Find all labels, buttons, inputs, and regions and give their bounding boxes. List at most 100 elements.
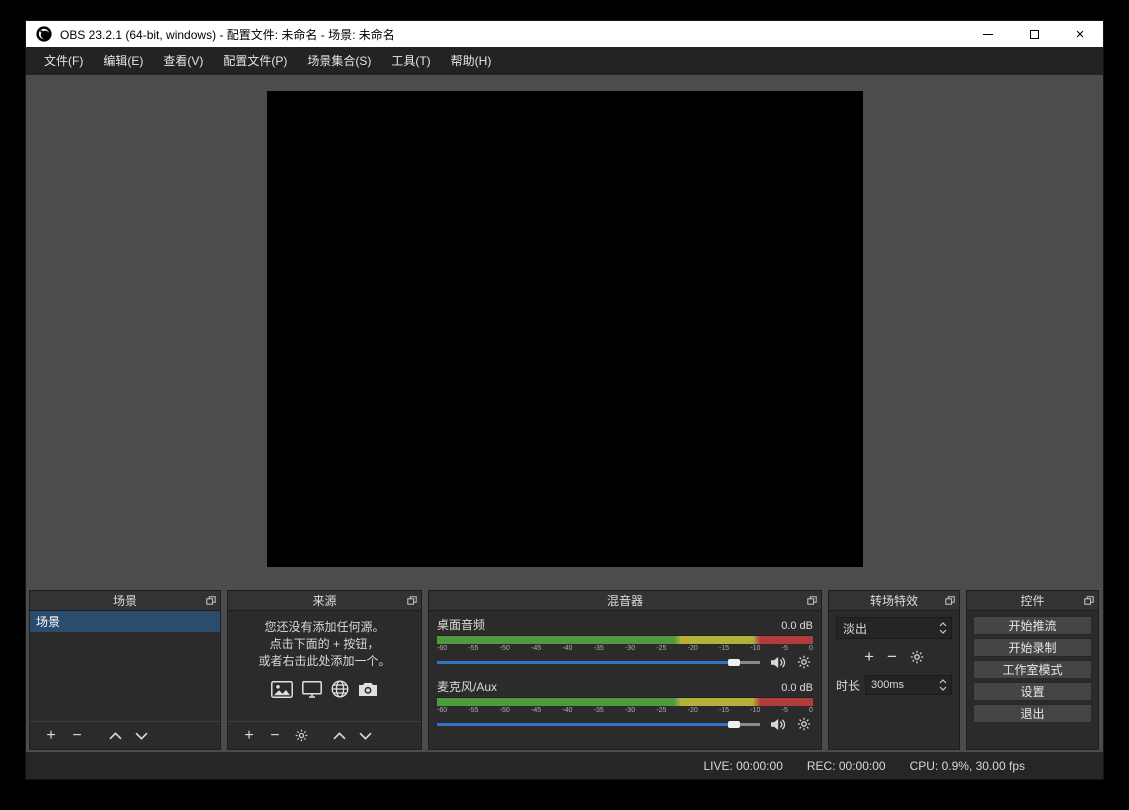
undock-icon[interactable] [407, 596, 417, 605]
undock-icon[interactable] [1084, 596, 1094, 605]
remove-source-button[interactable]: − [262, 722, 288, 749]
gear-icon [797, 655, 811, 669]
volume-slider-handle[interactable] [728, 721, 740, 728]
chevron-up-icon [939, 679, 947, 684]
transitions-panel: 转场特效 淡出 + − [828, 590, 960, 750]
close-button[interactable]: × [1057, 21, 1103, 47]
audio-level-meter [437, 635, 813, 644]
menu-help[interactable]: 帮助(H) [441, 47, 502, 75]
desktop-background: OBS 23.2.1 (64-bit, windows) - 配置文件: 未命名… [0, 0, 1129, 810]
source-properties-button[interactable] [288, 722, 314, 749]
transition-actions: + − [836, 648, 952, 665]
channel-db-value: 0.0 dB [781, 682, 813, 694]
mixer-panel: 混音器 桌面音频 0.0 dB -60-55-50-45-40-35-30-25… [428, 590, 822, 750]
undock-icon[interactable] [945, 596, 955, 605]
menu-bar: 文件(F) 编辑(E) 查看(V) 配置文件(P) 场景集合(S) 工具(T) … [26, 47, 1103, 75]
sources-empty-line2: 点击下面的 + 按钮， [270, 636, 380, 653]
move-source-down-button[interactable] [352, 722, 378, 749]
start-recording-button[interactable]: 开始录制 [973, 638, 1092, 657]
controls-panel: 控件 开始推流 开始录制 工作室模式 设置 退出 [966, 590, 1099, 750]
start-streaming-button[interactable]: 开始推流 [973, 616, 1092, 635]
sources-empty-line3: 或者右击此处添加一个。 [258, 653, 390, 670]
rec-time: REC: 00:00:00 [807, 759, 886, 773]
mute-button[interactable] [770, 718, 787, 731]
scenes-toolbar: + − [30, 721, 220, 749]
cpu-fps: CPU: 0.9%, 30.00 fps [910, 759, 1025, 773]
menu-view[interactable]: 查看(V) [153, 47, 213, 75]
sources-panel: 来源 您还没有添加任何源。 点击下面的 + 按钮， 或者右击此处添加一个。 [227, 590, 422, 750]
add-source-button[interactable]: + [236, 722, 262, 749]
live-time: LIVE: 00:00:00 [703, 759, 782, 773]
mixer-panel-header[interactable]: 混音器 [429, 591, 821, 611]
scene-list[interactable]: 场景 [30, 611, 220, 721]
transition-properties-button[interactable] [910, 650, 924, 664]
transition-duration-input[interactable]: 300ms [865, 675, 952, 695]
sources-empty-line1: 您还没有添加任何源。 [264, 619, 384, 636]
combo-spinner[interactable] [935, 618, 951, 638]
move-scene-up-button[interactable] [102, 722, 128, 749]
minimize-button[interactable] [965, 21, 1011, 47]
chevron-up-icon [333, 732, 346, 740]
sources-empty-message[interactable]: 您还没有添加任何源。 点击下面的 + 按钮， 或者右击此处添加一个。 [228, 611, 421, 698]
controls-panel-title: 控件 [1020, 592, 1044, 609]
chevron-down-icon [939, 629, 947, 634]
chevron-down-icon [939, 686, 947, 691]
plus-icon: + [864, 648, 874, 665]
menu-profile[interactable]: 配置文件(P) [213, 47, 297, 75]
globe-icon [331, 680, 349, 698]
meter-scale: -60-55-50-45-40-35-30-25-20-15-10-50 [437, 645, 813, 652]
scene-list-item[interactable]: 场景 [30, 611, 220, 632]
title-bar[interactable]: OBS 23.2.1 (64-bit, windows) - 配置文件: 未命名… [26, 21, 1103, 47]
add-scene-button[interactable]: + [38, 722, 64, 749]
gear-icon [910, 650, 924, 664]
add-transition-button[interactable]: + [864, 648, 874, 665]
volume-slider-handle[interactable] [728, 659, 740, 666]
chevron-up-icon [939, 622, 947, 627]
minus-icon: − [887, 648, 897, 665]
remove-transition-button[interactable]: − [887, 648, 897, 665]
mixer-channel-desktop-audio: 桌面音频 0.0 dB -60-55-50-45-40-35-30-25-20-… [437, 616, 813, 669]
controls-panel-header[interactable]: 控件 [967, 591, 1098, 611]
maximize-button[interactable] [1011, 21, 1057, 47]
obs-logo-icon [36, 26, 52, 42]
volume-slider-track [437, 723, 760, 726]
mixer-channel-mic-aux: 麦克风/Aux 0.0 dB -60-55-50-45-40-35-30-25-… [437, 678, 813, 731]
audio-level-meter [437, 697, 813, 706]
menu-edit[interactable]: 编辑(E) [93, 47, 153, 75]
speaker-icon [770, 718, 787, 731]
transitions-panel-title: 转场特效 [870, 592, 918, 609]
move-source-up-button[interactable] [326, 722, 352, 749]
undock-icon[interactable] [807, 596, 817, 605]
remove-scene-button[interactable]: − [64, 722, 90, 749]
settings-button[interactable]: 设置 [973, 682, 1092, 701]
menu-scene-collection[interactable]: 场景集合(S) [297, 47, 381, 75]
scenes-panel-header[interactable]: 场景 [30, 591, 220, 611]
volume-slider[interactable] [437, 720, 760, 729]
exit-button[interactable]: 退出 [973, 704, 1092, 723]
duration-label: 时长 [836, 677, 860, 694]
channel-name: 桌面音频 [437, 616, 485, 633]
channel-settings-button[interactable] [797, 655, 811, 669]
mute-button[interactable] [770, 656, 787, 669]
preview-canvas[interactable] [267, 91, 863, 567]
menu-tools[interactable]: 工具(T) [381, 47, 440, 75]
sources-panel-header[interactable]: 来源 [228, 591, 421, 611]
channel-settings-button[interactable] [797, 717, 811, 731]
chevron-down-icon [359, 732, 372, 740]
undock-icon[interactable] [206, 596, 216, 605]
transitions-panel-header[interactable]: 转场特效 [829, 591, 959, 611]
duration-spinner[interactable] [935, 676, 951, 694]
chevron-up-icon [109, 732, 122, 740]
source-type-icons [271, 680, 378, 698]
transition-select[interactable]: 淡出 [836, 617, 952, 639]
gear-icon [797, 717, 811, 731]
minimize-icon [983, 34, 993, 35]
camera-icon [358, 682, 378, 697]
volume-slider[interactable] [437, 658, 760, 667]
menu-file[interactable]: 文件(F) [34, 47, 93, 75]
move-scene-down-button[interactable] [128, 722, 154, 749]
studio-mode-button[interactable]: 工作室模式 [973, 660, 1092, 679]
status-bar: LIVE: 00:00:00 REC: 00:00:00 CPU: 0.9%, … [26, 752, 1103, 779]
chevron-down-icon [135, 732, 148, 740]
channel-name: 麦克风/Aux [437, 678, 497, 695]
